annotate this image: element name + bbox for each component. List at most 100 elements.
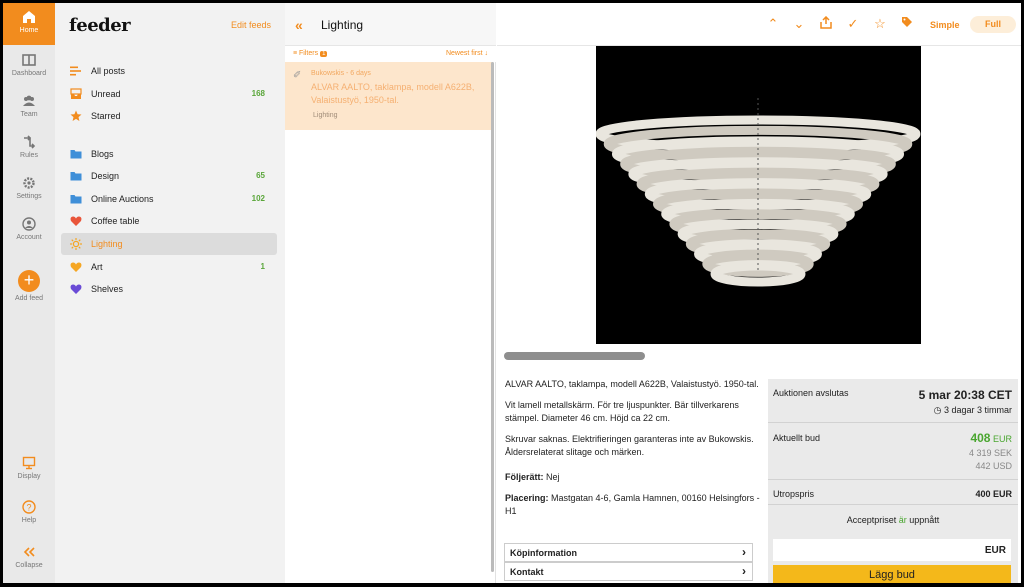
- star-outline-icon[interactable]: ☆: [872, 16, 888, 32]
- nav-collapse[interactable]: Collapse: [3, 545, 55, 569]
- chevron-down-icon[interactable]: ⌄: [791, 16, 807, 32]
- nav-settings[interactable]: Settings: [3, 176, 55, 200]
- place-bid-button[interactable]: Lägg bud: [773, 565, 1011, 583]
- feed-item-art[interactable]: Art 1: [61, 256, 277, 278]
- nav-home[interactable]: Home: [3, 3, 55, 45]
- nav-rules[interactable]: Rules: [3, 135, 55, 159]
- location-label: Placering:: [505, 493, 549, 503]
- feed-label: All posts: [91, 66, 126, 76]
- filter-row: ≡ Filters 1 Newest first ↓: [285, 46, 496, 62]
- gear-icon: [23, 177, 35, 189]
- feed-item-online-auctions[interactable]: Online Auctions 102: [61, 188, 277, 210]
- feed-label: Lighting: [91, 239, 123, 249]
- share-icon[interactable]: [818, 15, 834, 32]
- copyright-value: Nej: [546, 472, 560, 482]
- entries-title: Lighting: [321, 18, 364, 32]
- mode-simple-button[interactable]: Simple: [930, 20, 960, 30]
- rules-icon: [24, 135, 36, 149]
- app-window: Home Dashboard Team Rules Settings Accou…: [3, 3, 1021, 583]
- feed-item-blogs[interactable]: Blogs: [61, 143, 277, 165]
- entry-title: ALVAR AALTO, taklampa, modell A622B, Val…: [311, 82, 475, 105]
- feeds-panel: feeder Edit feeds All posts Unread 168 S…: [55, 3, 285, 583]
- current-bid-row: Aktuellt bud 408 EUR 4 319 SEK 442 USD: [768, 423, 1018, 480]
- edit-feeds-link[interactable]: Edit feeds: [231, 20, 271, 30]
- sort-button[interactable]: Newest first ↓: [446, 50, 488, 57]
- nav-team-label: Team: [20, 111, 38, 118]
- feed-item-design[interactable]: Design 65: [61, 165, 277, 187]
- collapse-panel-icon[interactable]: «: [295, 17, 303, 33]
- nav-add-feed[interactable]: + Add feed: [3, 270, 55, 302]
- feed-label: Online Auctions: [91, 194, 154, 204]
- nav-rules-label: Rules: [20, 152, 38, 159]
- image-scrollbar[interactable]: [504, 352, 645, 360]
- current-bid-currency: EUR: [992, 434, 1012, 444]
- check-icon[interactable]: ✓: [845, 16, 861, 32]
- current-bid-value: 408 EUR: [970, 431, 1012, 445]
- feed-item-all-posts[interactable]: All posts: [61, 60, 277, 82]
- entry-card[interactable]: ✐ Bukowskis - 6 days ALVAR AALTO, taklam…: [285, 62, 493, 130]
- article-view: ⌃ ⌄ ✓ ☆ Simple Full ALVAR AALTO, taklamp…: [497, 3, 1021, 583]
- account-icon: [22, 217, 36, 231]
- bid-amount-input[interactable]: [773, 539, 1011, 561]
- location-line: Placering: Mastgatan 4-6, Gamla Hamnen, …: [505, 492, 760, 518]
- filters-button[interactable]: ≡ Filters 1: [293, 50, 328, 57]
- accordion-purchase-info[interactable]: Köpinformation ›: [504, 543, 753, 562]
- chevron-up-icon[interactable]: ⌃: [765, 16, 781, 32]
- inbox-icon: [70, 88, 82, 99]
- entries-scrollbar[interactable]: [491, 62, 494, 572]
- team-icon: [23, 95, 35, 106]
- nav-account[interactable]: Account: [3, 217, 55, 241]
- nav-collapse-label: Collapse: [15, 562, 43, 569]
- bid-box: Auktionen avslutas 5 mar 20:38 CET ◷ 3 d…: [768, 379, 1018, 583]
- chevron-right-icon: ›: [742, 564, 746, 578]
- tag-icon[interactable]: [899, 16, 915, 31]
- feed-count: 168: [251, 89, 265, 98]
- feed-label: Design: [91, 171, 120, 181]
- folder-icon: [70, 172, 82, 181]
- nav-help[interactable]: ? Help: [3, 500, 55, 524]
- feed-item-lighting[interactable]: Lighting: [61, 233, 277, 255]
- copyright-line: Följerätt: Nej: [505, 471, 760, 484]
- feed-item-unread[interactable]: Unread 168: [61, 83, 277, 105]
- entry-tag: Lighting: [313, 112, 338, 119]
- description-paragraph: Vit lamell metallskärm. För tre ljuspunk…: [505, 400, 739, 423]
- folder-icon: [70, 195, 82, 204]
- dashboard-icon: [22, 54, 36, 66]
- collapse-icon: [23, 547, 35, 557]
- remaining-text: 3 dagar 3 timmar: [943, 405, 1012, 415]
- lamp-illustration: [596, 98, 921, 287]
- current-bid-usd: 442 USD: [975, 461, 1012, 471]
- nav-display[interactable]: Display: [3, 456, 55, 480]
- feed-count: 102: [251, 194, 265, 203]
- reserve-post: uppnått: [909, 515, 940, 525]
- auction-remaining: ◷ 3 dagar 3 timmar: [934, 405, 1012, 416]
- app-logo: feeder: [69, 15, 131, 36]
- entries-panel: « Lighting ≡ Filters 1 Newest first ↓ ✐ B…: [285, 3, 496, 583]
- feed-item-starred[interactable]: Starred: [61, 105, 277, 127]
- nav-settings-label: Settings: [16, 193, 42, 200]
- article-toolbar: ⌃ ⌄ ✓ ☆ Simple Full: [497, 3, 1021, 46]
- start-price-label: Utropspris: [773, 489, 815, 499]
- nav-rail: Home Dashboard Team Rules Settings Accou…: [3, 3, 55, 583]
- nav-dashboard[interactable]: Dashboard: [3, 53, 55, 77]
- feed-item-shelves[interactable]: Shelves: [61, 278, 277, 300]
- accordion-contact[interactable]: Kontakt ›: [504, 562, 753, 581]
- clock-icon: ◷: [933, 405, 942, 415]
- accordion-label: Kontakt: [510, 567, 544, 577]
- feed-count: 65: [256, 171, 265, 180]
- star-icon: [70, 110, 82, 121]
- mode-full-button[interactable]: Full: [970, 16, 1016, 33]
- current-bid-sek: 4 319 SEK: [968, 448, 1012, 458]
- current-bid-amount: 408: [970, 431, 991, 445]
- reserve-pre: Acceptpriset: [846, 515, 897, 525]
- heart-icon: [70, 284, 82, 294]
- nav-home-label: Home: [19, 27, 39, 34]
- nav-team[interactable]: Team: [3, 94, 55, 118]
- feed-item-coffee-table[interactable]: Coffee table: [61, 210, 277, 232]
- reserve-met: är: [898, 515, 907, 525]
- accordion-label: Köpinformation: [510, 548, 577, 558]
- lamp-rings: [596, 98, 921, 287]
- nav-account-label: Account: [16, 234, 42, 241]
- nav-dashboard-label: Dashboard: [11, 70, 47, 77]
- filters-label: Filters: [299, 50, 319, 57]
